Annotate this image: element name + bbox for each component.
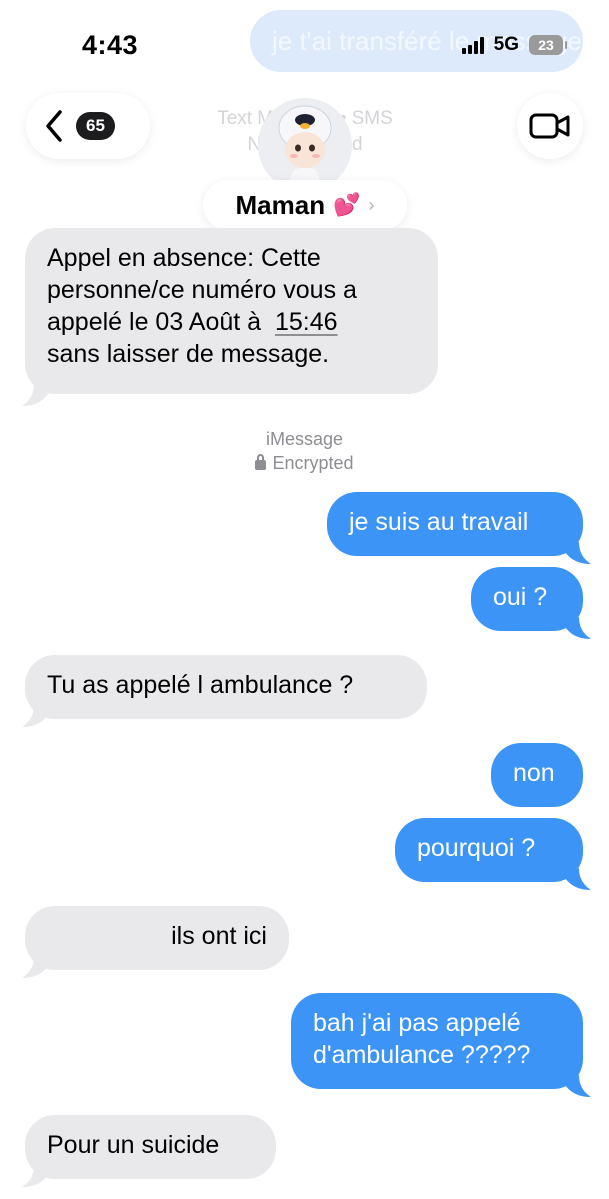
contact-avatar[interactable] <box>258 98 352 192</box>
back-chevron-icon <box>46 110 62 142</box>
time-link[interactable]: 15:46 <box>275 308 338 336</box>
service-label: iMessage <box>265 429 344 449</box>
outgoing-message-bubble[interactable]: je suis au travail <box>327 492 583 556</box>
contact-name-button[interactable]: Maman 💕 › <box>203 180 407 230</box>
back-button[interactable]: 65 <box>26 93 150 159</box>
message-line: Appel en absence: Cette <box>47 244 321 272</box>
encrypted-text: Encrypted <box>272 453 354 473</box>
incoming-message-bubble[interactable]: Tu as appelé l ambulance ? <box>25 655 427 719</box>
chevron-right-icon: › <box>368 194 375 215</box>
lock-icon <box>255 454 267 470</box>
bubble-tail <box>565 868 591 890</box>
bubble-tail <box>22 956 48 978</box>
message-line: bah j'ai pas appelé <box>313 1009 521 1037</box>
avatar-figure <box>258 98 352 192</box>
incoming-message-bubble[interactable]: ils ont ici <box>25 906 289 970</box>
outgoing-message-bubble[interactable]: bah j'ai pas appelé d'ambulance ????? <box>291 993 583 1089</box>
heart-emoji: 💕 <box>333 192 361 217</box>
signal-icon <box>461 36 484 54</box>
bubble-tail <box>565 542 591 564</box>
bubble-tail <box>565 1075 591 1097</box>
facetime-video-button[interactable] <box>517 93 583 159</box>
unread-count-badge: 65 <box>76 112 115 140</box>
message-line: appelé le 03 Août à 15:46 <box>47 306 416 338</box>
message-line: d'ambulance ????? <box>313 1041 531 1069</box>
message-line: personne/ce numéro vous a <box>47 276 357 304</box>
message-text: ils ont ici <box>171 922 267 950</box>
network-label: 5G <box>493 34 519 55</box>
message-line: sans laisser de message. <box>47 340 330 368</box>
contact-name: Maman <box>235 189 326 220</box>
outgoing-message-bubble[interactable]: non <box>491 743 583 807</box>
incoming-message-bubble[interactable]: Appel en absence: Cette personne/ce numé… <box>25 228 438 394</box>
bubble-tail <box>22 705 48 727</box>
outgoing-message-bubble[interactable]: pourquoi ? <box>395 818 583 882</box>
video-camera-icon <box>529 113 570 139</box>
incoming-message-bubble[interactable]: Pour un suicide <box>25 1115 276 1179</box>
bubble-tail <box>22 1165 48 1187</box>
bubble-tail <box>22 384 48 406</box>
battery-icon: 23 <box>529 35 567 55</box>
bubble-tail <box>565 617 591 639</box>
status-time: 4:43 <box>82 30 139 60</box>
status-indicators: 5G 23 <box>461 34 567 56</box>
encrypted-label: Encrypted <box>0 451 609 475</box>
message-text: appelé le 03 Août à <box>47 308 262 336</box>
